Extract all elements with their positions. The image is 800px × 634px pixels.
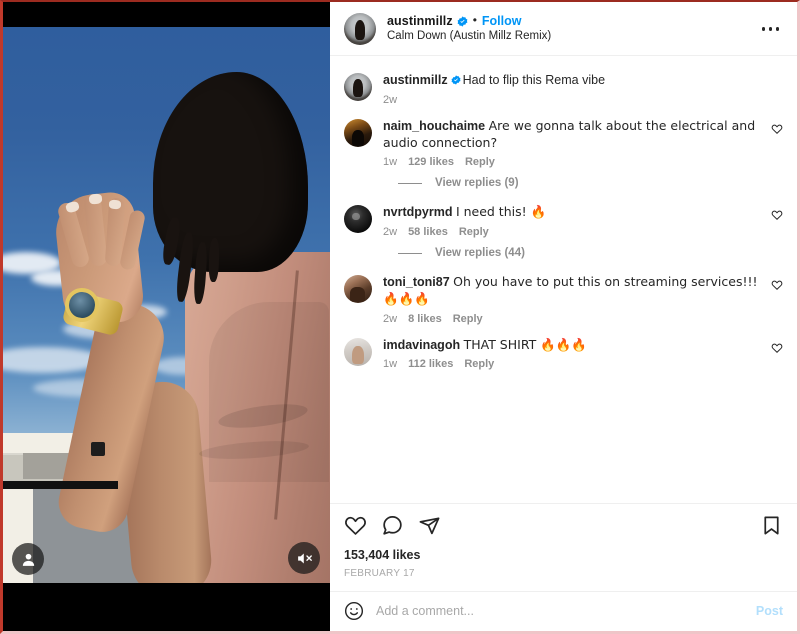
comment-item: toni_toni87 Oh you have to put this on s… (330, 268, 797, 331)
view-replies-button[interactable]: View replies (44) (330, 244, 797, 268)
comment-like-heart-icon[interactable] (769, 277, 785, 293)
comment-item: naim_houchaime Are we gonna talk about t… (330, 112, 797, 175)
comment-timestamp: 1w (383, 156, 398, 169)
comment-like-heart-icon[interactable] (769, 207, 785, 223)
media-letterbox-bottom (3, 583, 330, 631)
add-comment-bar: Post (330, 591, 797, 631)
post-author-username[interactable]: austinmillz (387, 14, 453, 28)
avatar[interactable] (344, 275, 372, 303)
caption-username[interactable]: austinmillz (383, 73, 448, 87)
comment-username[interactable]: toni_toni87 (383, 275, 450, 289)
avatar[interactable] (344, 73, 372, 101)
avatar[interactable] (344, 13, 376, 45)
emoji-smiley-icon[interactable] (344, 601, 364, 621)
caption-timestamp: 2w (383, 93, 398, 106)
view-replies-button[interactable]: View replies (9) (330, 174, 797, 198)
post-actions-bar: 153,404 likes FEBRUARY 17 (330, 504, 797, 591)
comment-likes-count[interactable]: 112 likes (408, 358, 453, 370)
comment-reply-button[interactable]: Reply (464, 358, 494, 370)
header-separator: • (472, 13, 477, 28)
caption-body: Had to flip this Rema vibe (462, 73, 606, 87)
comment-reply-button[interactable]: Reply (465, 156, 495, 168)
comment-body: THAT SHIRT 🔥🔥🔥 (463, 336, 587, 352)
comment-username[interactable]: naim_houchaime (383, 119, 485, 133)
view-replies-label: View replies (44) (435, 247, 525, 259)
media-vent (91, 442, 105, 456)
comments-list[interactable]: austinmillz Had to flip this Rema vibe 2w… (330, 56, 797, 504)
add-comment-input[interactable] (376, 604, 746, 618)
comment-timestamp: 1w (383, 358, 398, 371)
caption-text-line: austinmillz Had to flip this Rema vibe (383, 72, 785, 89)
comment-item: imdavinagoh THAT SHIRT 🔥🔥🔥 1w 112 likes … (330, 331, 797, 377)
comment-reply-button[interactable]: Reply (459, 226, 489, 238)
comment-like-heart-icon[interactable] (769, 121, 785, 137)
comment-like-heart-icon[interactable] (769, 340, 785, 356)
verified-badge-icon (457, 15, 468, 27)
post-date: FEBRUARY 17 (344, 568, 415, 579)
comment-reply-button[interactable]: Reply (453, 313, 483, 325)
avatar[interactable] (344, 205, 372, 234)
comment-likes-count[interactable]: 129 likes (408, 156, 454, 168)
comment-username[interactable]: imdavinagoh (383, 338, 460, 352)
post-header: austinmillz • Follow Calm Down (Austin M… (330, 2, 797, 56)
speaker-muted-icon[interactable] (288, 542, 320, 574)
avatar[interactable] (344, 118, 372, 147)
comment-timestamp: 2w (383, 226, 398, 238)
comment-text: naim_houchaime Are we gonna talk about t… (383, 118, 761, 152)
likes-count[interactable]: 153,404 likes (344, 548, 783, 562)
post-comment-button[interactable]: Post (746, 604, 783, 618)
view-replies-dash (398, 182, 422, 184)
view-replies-dash (398, 252, 422, 254)
comment-text: nvrtdpyrmd I need this! 🔥 (383, 204, 761, 221)
comment-body: I need this! 🔥 (455, 204, 547, 220)
follow-button[interactable]: Follow (482, 14, 522, 28)
comment-likes-count[interactable]: 58 likes (408, 226, 448, 238)
post-info-panel: austinmillz • Follow Calm Down (Austin M… (330, 2, 797, 631)
post-header-text: austinmillz • Follow Calm Down (Austin M… (387, 13, 551, 44)
instagram-post-screenshot: austinmillz • Follow Calm Down (Austin M… (0, 0, 800, 634)
comment-likes-count[interactable]: 8 likes (408, 313, 442, 325)
comment-bubble-icon[interactable] (381, 514, 404, 537)
post-caption: austinmillz Had to flip this Rema vibe 2w (330, 66, 797, 112)
share-paper-plane-icon[interactable] (418, 514, 441, 537)
view-replies-label: View replies (9) (435, 177, 519, 190)
avatar[interactable] (344, 337, 372, 366)
media-ledge (3, 481, 118, 489)
comment-text: imdavinagoh THAT SHIRT 🔥🔥🔥 (383, 337, 761, 354)
media-letterbox-top (3, 2, 330, 27)
comment-username[interactable]: nvrtdpyrmd (383, 205, 452, 219)
comment-item: nvrtdpyrmd I need this! 🔥 2w 58 likes Re… (330, 198, 797, 244)
verified-badge-icon (451, 75, 461, 85)
heart-icon[interactable] (344, 514, 367, 537)
post-media-player[interactable] (3, 2, 330, 631)
more-options-button[interactable] (758, 19, 784, 39)
post-audio-title[interactable]: Calm Down (Austin Millz Remix) (387, 30, 551, 44)
comment-timestamp: 2w (383, 312, 398, 325)
comment-text: toni_toni87 Oh you have to put this on s… (383, 274, 761, 308)
bookmark-icon[interactable] (760, 514, 783, 537)
person-tag-icon[interactable] (12, 543, 44, 575)
